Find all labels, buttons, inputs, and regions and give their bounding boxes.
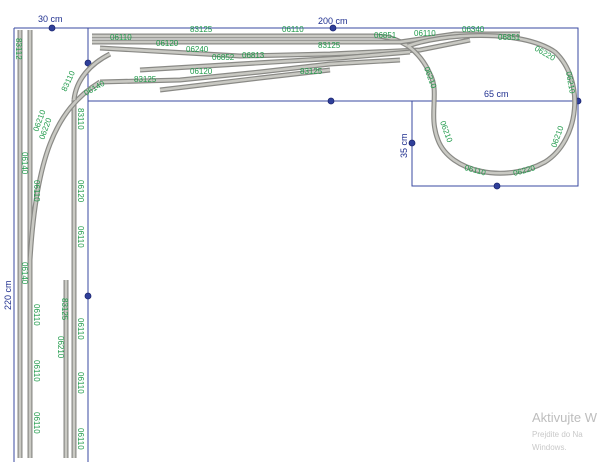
watermark-line-3: Windows. [532,443,567,452]
part-label: 06110 [463,163,487,177]
part-label: 06110 [110,33,132,42]
part-label: 06110 [76,428,85,450]
part-label: 06220 [512,163,536,178]
part-label: 06110 [32,304,41,326]
dim-top-left-width: 30 cm [38,14,63,24]
handle-loop-left[interactable] [408,139,416,147]
watermark-line-2: Prejdite do Na [532,430,583,439]
part-label: 06852 [212,53,235,62]
activation-watermark: Aktivujte W Prejdite do Na Windows. [532,410,598,452]
part-label: 06210 [564,71,577,95]
part-label: 83112 [14,38,23,60]
part-label: 06120 [190,67,213,76]
part-label: 83125 [134,75,157,84]
part-label: 06110 [76,372,85,394]
part-label: 06210 [422,66,438,91]
part-label: 06340 [462,25,485,34]
track-plan-canvas: 30 cm 200 cm 220 cm 65 cm 35 cm 83125 06… [3,14,598,462]
part-label: 06240 [186,45,209,54]
dim-loop-height: 35 cm [399,133,409,158]
part-label: 06110 [32,180,41,202]
handle-middle[interactable] [327,97,335,105]
part-label: 83125 [60,298,69,321]
part-label: 06110 [414,29,436,38]
part-label: 06140 [20,262,29,285]
part-label: 06140 [20,152,29,175]
part-label: 06851 [498,33,521,42]
part-label: 83125 [318,41,341,50]
part-label: 06120 [76,180,85,203]
part-label: 83125 [190,25,213,34]
handle-loop-bottom[interactable] [493,182,501,190]
dim-total-height: 220 cm [3,280,13,310]
part-label: 06813 [242,51,265,60]
handle-top-left[interactable] [48,24,56,32]
part-label: 06851 [374,31,397,40]
part-label: 06110 [76,226,85,248]
part-label: 06110 [32,412,41,434]
dim-loop-width: 65 cm [484,89,509,99]
part-label: 06210 [56,336,65,359]
part-label: 06110 [282,25,304,34]
part-label: 83125 [300,67,323,76]
part-label: 83110 [76,108,85,130]
part-label: 06110 [76,318,85,340]
watermark-line-1: Aktivujte W [532,410,598,425]
part-label: 06140 [83,79,107,98]
dim-total-width: 200 cm [318,16,348,26]
part-label: 06120 [156,39,179,48]
handle-left-lower[interactable] [84,292,92,300]
part-label: 06110 [32,360,41,382]
